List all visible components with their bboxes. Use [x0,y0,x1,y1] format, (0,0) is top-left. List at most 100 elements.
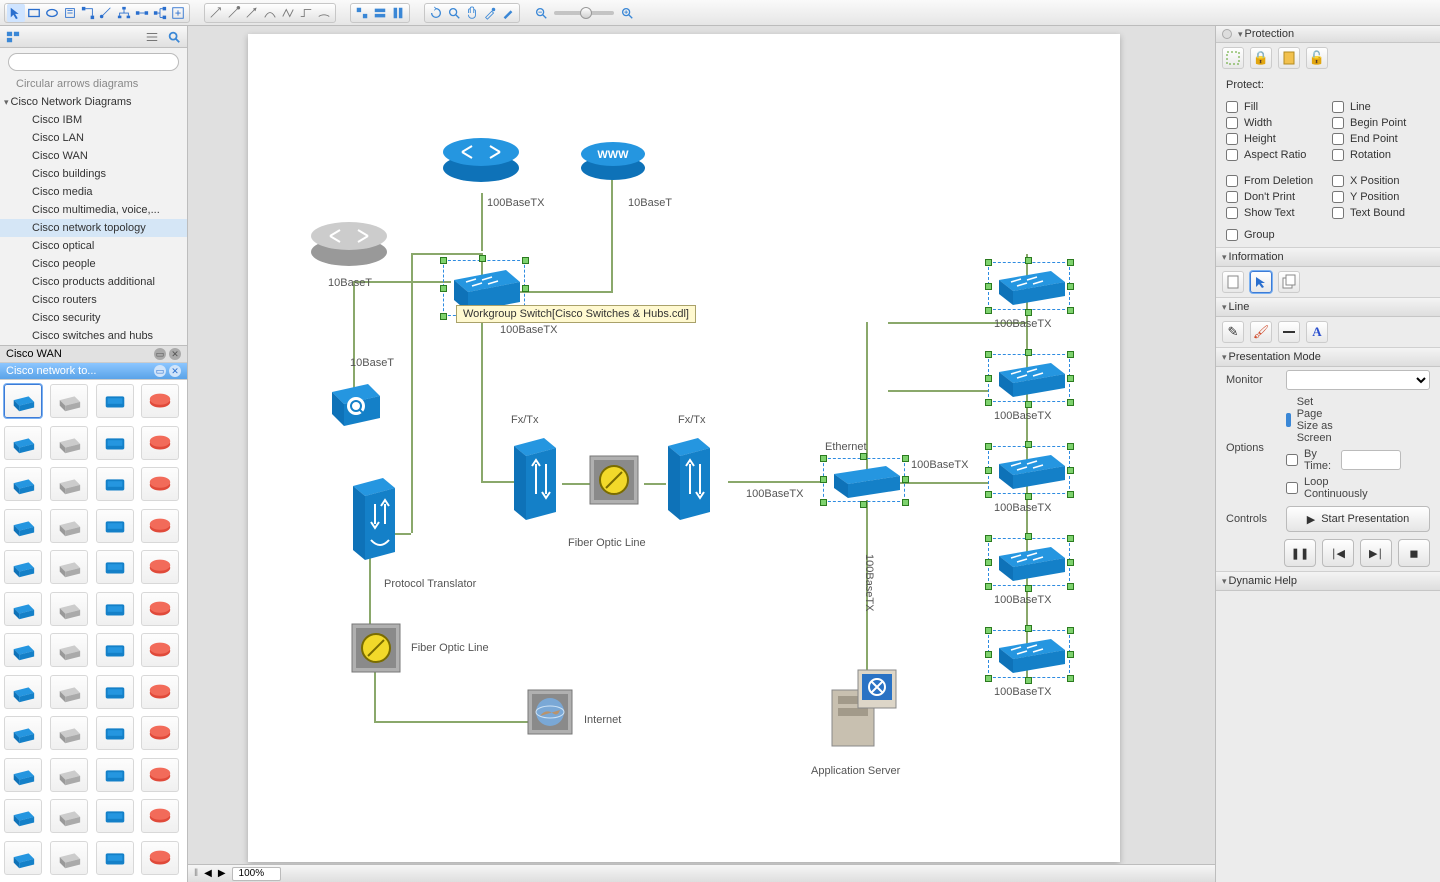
line-arc[interactable] [315,4,333,22]
stencil-item[interactable] [50,758,88,792]
node-fiber-box-1[interactable] [586,452,642,513]
stencil-item[interactable] [141,758,179,792]
tree-item[interactable]: Cisco network topology [0,219,187,237]
checkbox-width[interactable]: Width [1226,117,1324,129]
stencil-item[interactable] [50,841,88,875]
stencil-item[interactable] [50,384,88,418]
scroll-left-icon[interactable]: ◀ [204,868,212,879]
line-text-icon[interactable]: A [1306,321,1328,343]
stencil-item[interactable] [96,509,134,543]
stencil-item[interactable] [96,467,134,501]
node-router-gray[interactable] [310,214,388,273]
stencil-item[interactable] [4,550,42,584]
node-ethernet-switch[interactable] [826,460,902,505]
stencil-item[interactable] [4,841,42,875]
node-switch-stack[interactable] [991,448,1067,497]
checkbox-rotation[interactable]: Rotation [1332,149,1430,161]
tree-item[interactable]: Cisco IBM [0,111,187,129]
info-pages-icon[interactable] [1278,271,1300,293]
pointer-tool[interactable] [7,4,25,22]
section-dynamic-help[interactable]: Dynamic Help [1216,571,1440,591]
chain-tool[interactable] [133,4,151,22]
tree-item[interactable]: Cisco LAN [0,129,187,147]
stencil-item[interactable] [4,675,42,709]
tree-item[interactable]: Cisco WAN [0,147,187,165]
stencil-item[interactable] [50,426,88,460]
protect-page-icon[interactable] [1278,47,1300,69]
checkbox-don't-print[interactable]: Don't Print [1226,191,1324,203]
checkbox-from-deletion[interactable]: From Deletion [1226,175,1324,187]
checkbox-height[interactable]: Height [1226,133,1324,145]
canvas[interactable]: 100BaseTX WWW 10BaseT 10BaseT 100BaseTX … [188,26,1215,864]
library-toggle-icon[interactable] [4,28,22,46]
scroll-right-icon[interactable]: ▶ [218,868,226,879]
line-end-2[interactable] [225,4,243,22]
tree-item[interactable]: Circular arrows diagrams [0,75,187,93]
protect-select-icon[interactable] [1222,47,1244,69]
eyedropper-tool[interactable] [481,4,499,22]
close-icon[interactable]: ✕ [169,365,181,377]
stencil-item[interactable] [50,467,88,501]
line-end-3[interactable] [243,4,261,22]
drawing-page[interactable]: 100BaseTX WWW 10BaseT 10BaseT 100BaseTX … [248,34,1120,862]
by-time-input[interactable] [1341,450,1401,470]
align-tool-1[interactable] [353,4,371,22]
checkbox-group[interactable]: Group [1226,229,1430,241]
stencil-item[interactable] [141,509,179,543]
node-protocol-translator[interactable] [349,474,397,567]
monitor-select[interactable] [1286,370,1430,390]
library-tab-cisco-network[interactable]: Cisco network to... ▭✕ [0,363,187,380]
tree-item[interactable]: Cisco routers [0,291,187,309]
stencil-item[interactable] [4,509,42,543]
section-information[interactable]: Information [1216,247,1440,267]
hand-tool[interactable] [463,4,481,22]
stencil-item[interactable] [96,716,134,750]
node-fiber-box-2[interactable] [348,620,404,681]
stencil-item[interactable] [96,841,134,875]
node-router[interactable] [442,130,520,189]
info-page-icon[interactable] [1222,271,1244,293]
stencil-item[interactable] [50,550,88,584]
node-switch-stack[interactable] [991,356,1067,405]
dock-icon[interactable]: ▭ [154,348,166,360]
node-fxtx-2[interactable] [664,434,712,527]
stencil-item[interactable] [4,592,42,626]
line-style-icon[interactable] [1278,321,1300,343]
checkbox-begin-point[interactable]: Begin Point [1332,117,1430,129]
node-switch-stack[interactable] [991,632,1067,681]
stop-button[interactable]: ◼ [1398,539,1430,567]
insert-tool[interactable] [169,4,187,22]
stencil-item[interactable] [4,633,42,667]
stencil-item[interactable] [141,675,179,709]
stencil-item[interactable] [4,716,42,750]
tree-item[interactable]: Cisco media [0,183,187,201]
info-cursor-icon[interactable] [1250,271,1272,293]
stencil-item[interactable] [96,384,134,418]
rotate-tool[interactable] [427,4,445,22]
close-icon[interactable]: ✕ [169,348,181,360]
stencil-item[interactable] [96,592,134,626]
line-zigzag[interactable] [279,4,297,22]
section-line[interactable]: Line [1216,297,1440,317]
checkbox-aspect-ratio[interactable]: Aspect Ratio [1226,149,1324,161]
stencil-item[interactable] [50,716,88,750]
node-switch-stack[interactable] [991,264,1067,313]
dock-icon[interactable]: ▭ [154,365,166,377]
stencil-item[interactable] [96,426,134,460]
zoom-tool[interactable] [445,4,463,22]
checkbox-end-point[interactable]: End Point [1332,133,1430,145]
connector-tool-1[interactable] [79,4,97,22]
checkbox-y-position[interactable]: Y Position [1332,191,1430,203]
section-presentation[interactable]: Presentation Mode [1216,347,1440,367]
library-search-input[interactable] [8,53,179,71]
stencil-item[interactable] [141,633,179,667]
stencil-item[interactable] [50,633,88,667]
panel-close-icon[interactable] [1222,29,1232,39]
checkbox-loop[interactable]: Loop Continuously [1286,476,1338,500]
tree-item[interactable]: Cisco people [0,255,187,273]
branch-tool[interactable] [151,4,169,22]
stencil-item[interactable] [141,550,179,584]
line-pen-icon[interactable]: ✎ [1222,321,1244,343]
tree-tool[interactable] [115,4,133,22]
tree-item[interactable]: Cisco security [0,309,187,327]
